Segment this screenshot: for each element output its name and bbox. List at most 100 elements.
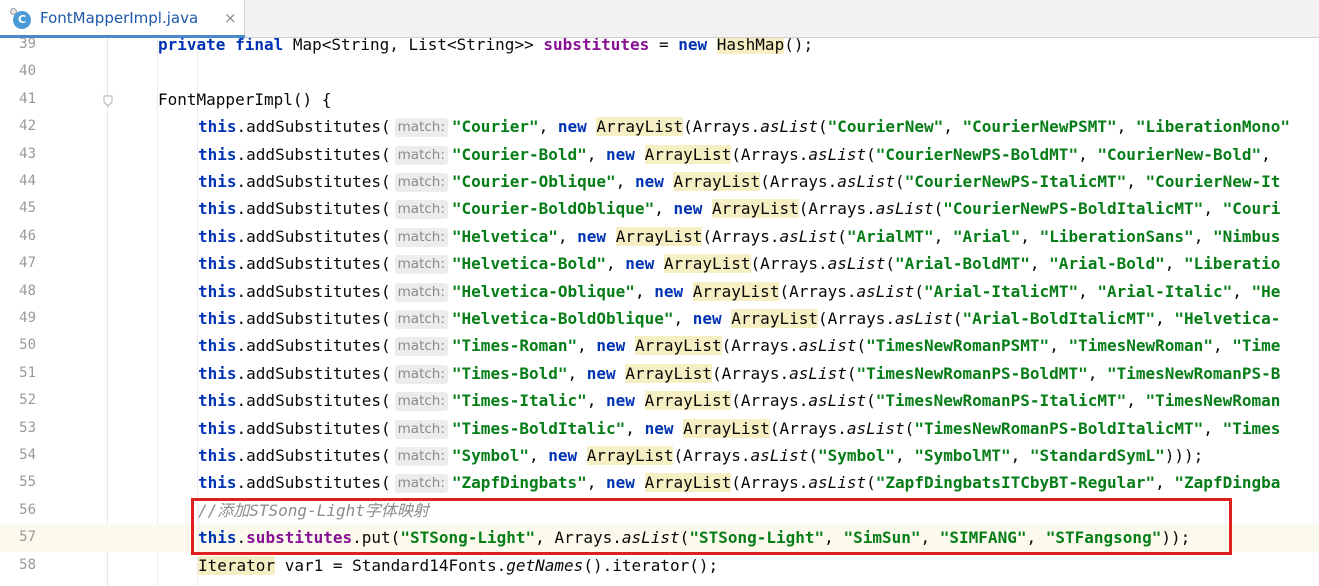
code-content[interactable]: this.addSubstitutes(match: "Courier", new…: [198, 113, 1290, 140]
code-content[interactable]: this.addSubstitutes(match: "Courier-BoldO…: [198, 195, 1280, 222]
code-content[interactable]: FontMapperImpl() {: [158, 86, 331, 113]
string-literal: "Arial": [952, 226, 1021, 246]
code-text: ,: [654, 199, 674, 219]
code-line[interactable]: 44 this.addSubstitutes(match: "Courier-Obl…: [0, 168, 1319, 195]
code-editor[interactable]: 39 private final Map<String, List<String>…: [0, 38, 1319, 586]
code-line[interactable]: 46 this.addSubstitutes(match: "Helvetica",…: [0, 223, 1319, 250]
method-name: asList: [779, 226, 838, 246]
string-literal: "Liberatio: [1184, 254, 1281, 274]
line-number: 48: [19, 282, 36, 299]
keyword: new: [606, 473, 635, 493]
parameter-hint: match:: [394, 392, 448, 412]
code-line[interactable]: 47 this.addSubstitutes(match: "Helvetica-B…: [0, 250, 1319, 277]
code-text: ,: [577, 336, 597, 356]
parameter-hint: match:: [394, 364, 448, 384]
keyword: new: [606, 144, 635, 164]
code-line[interactable]: 43 this.addSubstitutes(match: "Courier-Bol…: [0, 141, 1319, 168]
code-content[interactable]: this.addSubstitutes(match: "ZapfDingbats"…: [198, 469, 1280, 496]
code-content[interactable]: this.addSubstitutes(match: "Helvetica-Bol…: [198, 305, 1280, 332]
code-line[interactable]: 53 this.addSubstitutes(match: "Times-BoldI…: [0, 415, 1319, 442]
parameter-hint: match:: [394, 474, 448, 494]
code-text: (: [808, 446, 818, 465]
string-literal: "Times-Bold": [451, 363, 568, 383]
string-literal: "Helvetica-BoldOblique": [451, 309, 674, 328]
code-content[interactable]: this.addSubstitutes(match: "Helvetica-Bol…: [198, 250, 1280, 277]
code-text: ,: [1010, 446, 1030, 465]
line-number: 50: [19, 337, 36, 354]
code-content[interactable]: this.addSubstitutes(match: "Courier-Bold"…: [198, 141, 1280, 168]
string-literal: "Helvetica-Oblique": [451, 281, 635, 301]
string-literal: "Arial-ItalicMT": [923, 281, 1079, 301]
string-literal: "Arial-Bold": [1049, 254, 1165, 274]
code-content[interactable]: this.addSubstitutes(match: "Helvetica-Obl…: [198, 278, 1280, 305]
code-text: ,: [933, 226, 953, 246]
code-content[interactable]: private final Map<String, List<String>> …: [158, 38, 813, 58]
string-literal: "Courier-Oblique": [451, 172, 616, 191]
class-name: ArrayList: [644, 391, 732, 411]
string-literal: "Times: [1222, 418, 1281, 438]
code-line[interactable]: 40: [0, 58, 1319, 85]
code-content[interactable]: this.addSubstitutes(match: "Courier-Obliq…: [198, 168, 1280, 195]
code-text: (Arrays.: [721, 336, 799, 356]
code-content[interactable]: this.addSubstitutes(match: "Helvetica", n…: [198, 223, 1280, 250]
code-line[interactable]: 49 this.addSubstitutes(match: "Helvetica-B…: [0, 305, 1319, 332]
code-text: ,: [1126, 391, 1146, 411]
code-text: (Arrays.: [731, 391, 809, 411]
code-content[interactable]: this.addSubstitutes(match: "Times-BoldIta…: [198, 415, 1280, 442]
code-text: (Arrays.: [673, 446, 751, 465]
code-line[interactable]: 42 this.addSubstitutes(match: "Courier", n…: [0, 113, 1319, 140]
code-content[interactable]: this.addSubstitutes(match: "Times-Bold", …: [198, 360, 1280, 387]
close-icon[interactable]: ×: [224, 9, 237, 27]
class-name: ArrayList: [683, 418, 770, 438]
code-line[interactable]: 54 this.addSubstitutes(match: "Symbol", ne…: [0, 442, 1319, 469]
code-line[interactable]: 51 this.addSubstitutes(match: "Times-Bold"…: [0, 360, 1319, 387]
keyword: this: [198, 172, 237, 191]
method-name: asList: [827, 254, 886, 274]
string-literal: "LiberationSans": [1039, 226, 1194, 246]
code-line[interactable]: 52 this.addSubstitutes(match: "Times-Itali…: [0, 387, 1319, 414]
keyword: new: [634, 172, 664, 191]
code-line[interactable]: 39 private final Map<String, List<String>…: [0, 38, 1319, 58]
string-literal: "CourierNew-It: [1145, 172, 1281, 191]
code-text: (Arrays.: [731, 144, 809, 164]
string-literal: "Helvetica-: [1174, 309, 1281, 328]
code-text: (: [933, 199, 944, 219]
string-literal: "Helvetica-Bold": [451, 254, 607, 274]
code-text: FontMapperImpl() {: [158, 89, 332, 109]
keyword: new: [654, 281, 684, 301]
code-line[interactable]: 45 this.addSubstitutes(match: "Courier-Bol…: [0, 195, 1319, 222]
class-name: ArrayList: [673, 172, 761, 191]
code-content[interactable]: this.addSubstitutes(match: "Times-Roman",…: [198, 332, 1280, 359]
code-line[interactable]: 48 this.addSubstitutes(match: "Helvetica-O…: [0, 278, 1319, 305]
code-content[interactable]: this.addSubstitutes(match: "Times-Italic"…: [198, 387, 1280, 414]
code-text: (: [866, 473, 876, 493]
string-literal: "CourierNewPSMT": [962, 117, 1117, 137]
code-text: ,: [1116, 117, 1136, 137]
keyword: final: [235, 38, 284, 54]
code-text: ,: [1232, 281, 1252, 301]
keyword: this: [198, 363, 237, 383]
code-text: (Arrays.: [702, 226, 780, 246]
method-name: asList: [808, 473, 867, 493]
keyword: this: [198, 254, 237, 274]
class-name: ArrayList: [692, 281, 780, 301]
tab-fontmapperimpl[interactable]: C FontMapperImpl.java ×: [0, 0, 245, 39]
line-number: 56: [19, 501, 36, 518]
code-line[interactable]: 41 FontMapperImpl() {: [0, 86, 1319, 113]
code-text: (Arrays.: [769, 418, 847, 438]
code-text: (Arrays.: [817, 309, 896, 328]
code-content[interactable]: this.addSubstitutes(match: "Symbol", new …: [198, 442, 1203, 469]
code-text: ,: [1261, 144, 1281, 164]
code-content[interactable]: Iterator var1 = Standard14Fonts.getNames…: [198, 552, 718, 579]
code-text: ,: [1029, 254, 1050, 274]
code-text: (: [846, 363, 857, 383]
code-line[interactable]: 50 this.addSubstitutes(match: "Times-Roman…: [0, 332, 1319, 359]
method-name: asList: [895, 309, 953, 328]
code-line[interactable]: 58 Iterator var1 = Standard14Fonts.getNam…: [0, 552, 1319, 579]
line-number: 42: [19, 118, 36, 135]
code-text: .addSubstitutes(: [236, 473, 391, 493]
code-text: ,: [1087, 363, 1107, 383]
code-line[interactable]: 55 this.addSubstitutes(match: "ZapfDingbat…: [0, 469, 1319, 496]
